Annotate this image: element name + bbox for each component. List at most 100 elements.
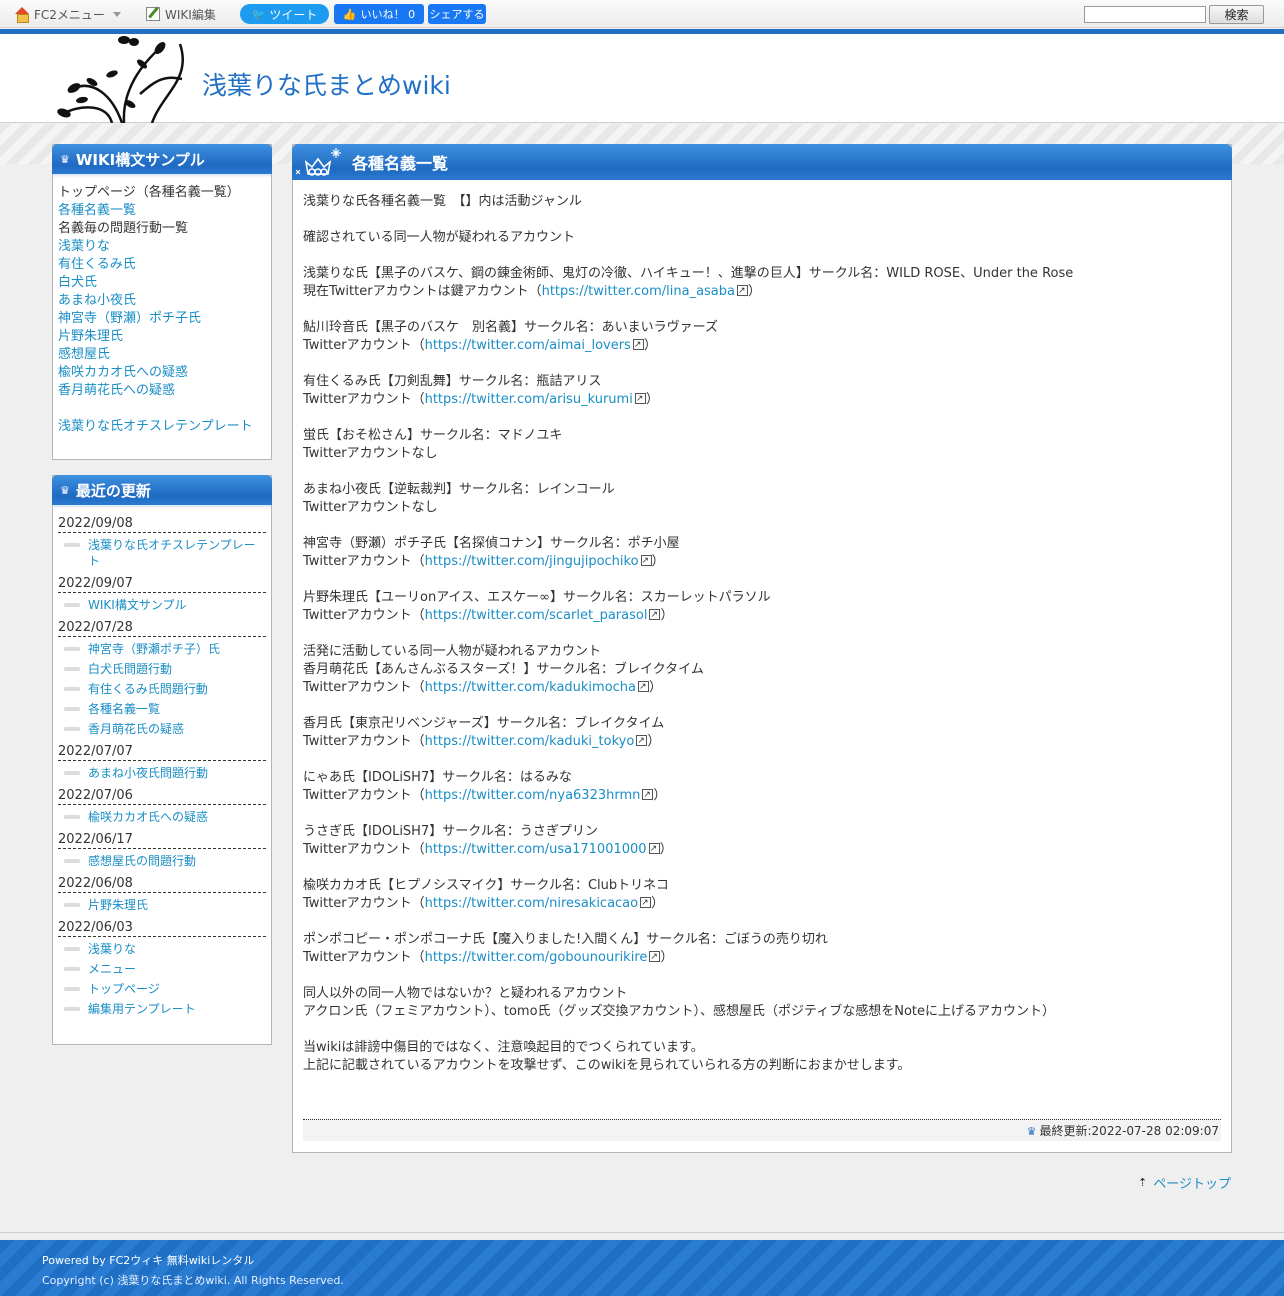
recent-update-link[interactable]: WIKI構文サンプル bbox=[88, 597, 186, 613]
sidebar-nav-item: 名義毎の問題行動一覧 bbox=[58, 221, 189, 236]
account-suffix: ） bbox=[651, 896, 665, 911]
twitter-link[interactable]: https://twitter.com/usa171001000 bbox=[425, 842, 647, 857]
dash-bullet-icon bbox=[64, 707, 80, 711]
update-date: 2022/06/08 bbox=[58, 875, 266, 893]
account-line: Twitterアカウント（https://twitter.com/arisu_k… bbox=[303, 390, 1221, 409]
search-input[interactable] bbox=[1084, 6, 1206, 23]
update-date: 2022/09/07 bbox=[58, 575, 266, 593]
account-prefix: Twitterアカウント（ bbox=[303, 950, 425, 965]
home-icon bbox=[14, 7, 30, 23]
content-line: 鮎川玲音氏【黒子のバスケ 別名義】サークル名：あいまいラヴァーズ bbox=[303, 320, 718, 335]
arrow-up-icon: ⇡ bbox=[1138, 1176, 1148, 1189]
recent-update-link[interactable]: 感想屋氏の問題行動 bbox=[88, 853, 196, 869]
fc2-menu[interactable]: FC2メニュー bbox=[14, 6, 121, 23]
account-line: Twitterアカウント（https://twitter.com/scarlet… bbox=[303, 606, 1221, 625]
sidebar-nav-item[interactable]: 有住くるみ氏 bbox=[58, 256, 266, 274]
edit-icon bbox=[146, 7, 160, 21]
page-top-link[interactable]: ⇡ ページトップ bbox=[1138, 1173, 1231, 1192]
content-line: 浅葉りな氏各種名義一覧 【】内は活動ジャンル bbox=[303, 194, 582, 209]
sidebar-nav-item[interactable]: 感想屋氏 bbox=[58, 346, 266, 364]
account-prefix: Twitterアカウント（ bbox=[303, 842, 425, 857]
recent-update-link[interactable]: メニュー bbox=[88, 961, 136, 977]
account-suffix: ） bbox=[660, 950, 674, 965]
like-button[interactable]: 👍 いいね！ 0 bbox=[334, 4, 424, 24]
twitter-link[interactable]: https://twitter.com/aimai_lovers bbox=[425, 338, 631, 353]
recent-update-link[interactable]: トップページ bbox=[88, 981, 160, 997]
crown-icon: ♛ bbox=[60, 483, 70, 497]
page-body: 浅葉りな氏各種名義一覧 【】内は活動ジャンル 確認されている同一人物が疑われるアカ… bbox=[303, 193, 1221, 1075]
search-button[interactable]: 検索 bbox=[1209, 5, 1264, 24]
account-line: Twitterアカウント（https://twitter.com/gobouno… bbox=[303, 948, 1221, 967]
account-suffix: ） bbox=[643, 338, 657, 353]
account-prefix: Twitterアカウント（ bbox=[303, 392, 425, 407]
twitter-link[interactable]: https://twitter.com/kadukimocha bbox=[425, 680, 636, 695]
update-date: 2022/07/28 bbox=[58, 619, 266, 637]
recent-update-link[interactable]: 浅葉りな bbox=[88, 941, 136, 957]
sidebar-nav-item[interactable]: 白犬氏 bbox=[58, 274, 266, 292]
twitter-link[interactable]: https://twitter.com/scarlet_parasol bbox=[425, 608, 648, 623]
page-top-label[interactable]: ページトップ bbox=[1153, 1173, 1231, 1192]
recent-update-group: 2022/06/17 感想屋氏の問題行動 bbox=[58, 831, 266, 869]
sidebar-nav-item[interactable]: 浅葉りな氏オチスレテンプレート bbox=[58, 418, 266, 436]
sidebar-nav-item[interactable]: 片野朱理氏 bbox=[58, 328, 266, 346]
twitter-link[interactable]: https://twitter.com/kaduki_tokyo bbox=[425, 734, 635, 749]
sidebar-nav-item[interactable]: 浅葉りな bbox=[58, 238, 266, 256]
update-date: 2022/07/07 bbox=[58, 743, 266, 761]
recent-update-link[interactable]: 有住くるみ氏問題行動 bbox=[88, 681, 208, 697]
twitter-link[interactable]: https://twitter.com/niresakicacao bbox=[425, 896, 639, 911]
powered-prefix: Powered by bbox=[42, 1254, 106, 1267]
recent-update-link[interactable]: 香月萌花氏の疑惑 bbox=[88, 721, 184, 737]
recent-update-link[interactable]: 白犬氏問題行動 bbox=[88, 661, 172, 677]
sidebar-nav-item[interactable]: 神宮寺（野瀬）ポチ子氏 bbox=[58, 310, 266, 328]
crown-icon: ♛ bbox=[1026, 1125, 1037, 1138]
sidebar-nav-item[interactable]: 香月萌花氏への疑惑 bbox=[58, 382, 266, 400]
wiki-edit-link[interactable]: WIKI編集 bbox=[146, 6, 216, 22]
recent-update-link[interactable]: 楡咲カカオ氏への疑惑 bbox=[88, 809, 208, 825]
dash-bullet-icon bbox=[64, 687, 80, 691]
content-line: うさぎ氏【IDOLiSH7】サークル名：うさぎプリン bbox=[303, 824, 598, 839]
content-line: 神宮寺（野瀬）ポチ子氏【名探偵コナン】サークル名：ポチ小屋 bbox=[303, 536, 680, 551]
dash-bullet-icon bbox=[64, 947, 80, 951]
tweet-button[interactable]: 🐦 ツイート bbox=[240, 4, 329, 24]
update-date: 2022/06/17 bbox=[58, 831, 266, 849]
recent-update-link[interactable]: 浅葉りな氏オチスレテンプレート bbox=[88, 537, 266, 569]
wiki-rental-link[interactable]: 無料wikiレンタル bbox=[167, 1254, 254, 1267]
sidebar-nav-item[interactable]: 楡咲カカオ氏への疑惑 bbox=[58, 364, 266, 382]
twitter-link[interactable]: https://twitter.com/gobounourikire bbox=[425, 950, 648, 965]
sidebar-nav-item[interactable]: あまね小夜氏 bbox=[58, 292, 266, 310]
dash-bullet-icon bbox=[64, 987, 80, 991]
sidebar-nav-item[interactable]: 各種名義一覧 bbox=[58, 202, 266, 220]
external-link-icon bbox=[642, 786, 654, 804]
account-prefix: Twitterアカウント（ bbox=[303, 896, 425, 911]
content-line: ポンポコピー・ポンポコーナ氏【魔入りました!入間くん】サークル名：ごぼうの売り切… bbox=[303, 932, 828, 947]
sidebar-recent-updates: ♛ 最近の更新 2022/09/08 浅葉りな氏オチスレテンプレート 2022/09… bbox=[52, 475, 272, 1045]
site-title[interactable]: 浅葉りな氏まとめwiki bbox=[202, 66, 451, 102]
twitter-link[interactable]: https://twitter.com/arisu_kurumi bbox=[425, 392, 633, 407]
floral-silhouette-icon bbox=[57, 36, 185, 123]
account-suffix: ） bbox=[645, 392, 659, 407]
recent-update-link[interactable]: 片野朱理氏 bbox=[88, 897, 148, 913]
external-link-icon bbox=[632, 336, 644, 354]
recent-update-link[interactable]: 神宮寺（野瀬ポチ子）氏 bbox=[88, 641, 220, 657]
twitter-link[interactable]: https://twitter.com/jingujipochiko bbox=[425, 554, 639, 569]
twitter-link[interactable]: https://twitter.com/nya6323hrmn bbox=[425, 788, 641, 803]
fc2-menu-label: FC2メニュー bbox=[34, 7, 105, 22]
twitter-link[interactable]: https://twitter.com/lina_asaba bbox=[542, 284, 735, 299]
share-button[interactable]: シェアする bbox=[428, 4, 486, 24]
last-updated-bar: ♛ 最終更新:2022-07-28 02:09:07 bbox=[303, 1119, 1221, 1141]
content-line: あまね小夜氏【逆転裁判】サークル名：レインコール bbox=[303, 482, 615, 497]
recent-update-link[interactable]: あまね小夜氏問題行動 bbox=[88, 765, 208, 781]
fc2wiki-link[interactable]: FC2ウィキ bbox=[109, 1254, 163, 1267]
recent-update-link[interactable]: 各種名義一覧 bbox=[88, 701, 160, 717]
recent-update-link[interactable]: 編集用テンプレート bbox=[88, 1001, 196, 1017]
external-link-icon bbox=[648, 840, 660, 858]
account-line: Twitterアカウント（https://twitter.com/nya6323… bbox=[303, 786, 1221, 805]
external-link-icon bbox=[634, 390, 646, 408]
